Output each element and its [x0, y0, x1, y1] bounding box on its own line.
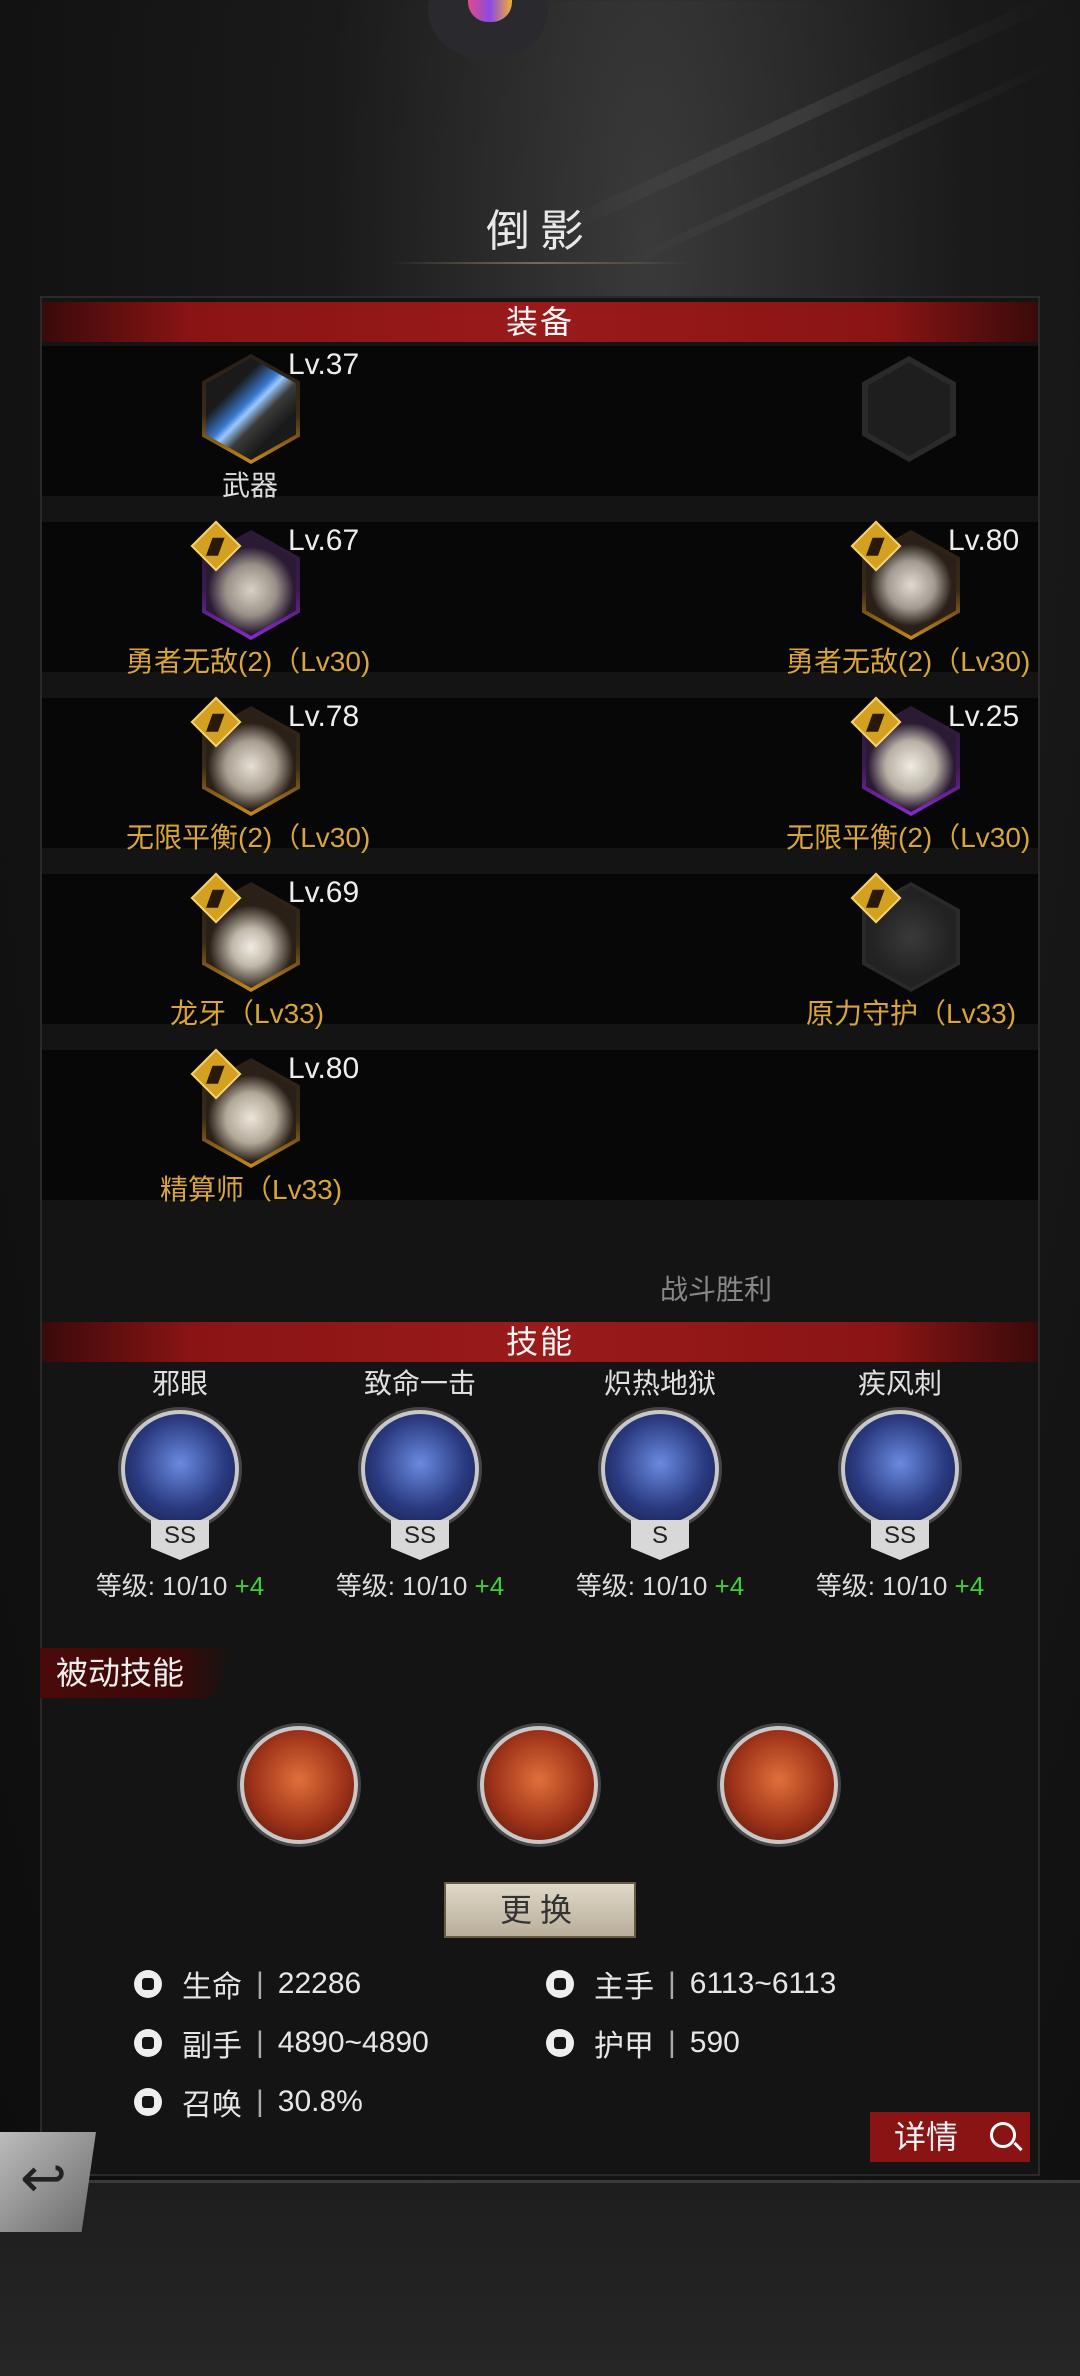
equipment-slot-boots[interactable]: Lv.25 无限平衡(2)（Lv30) [786, 696, 1030, 853]
equipment-row: Lv.69 龙牙（Lv33) 原力守护（Lv33) [42, 872, 1038, 1029]
details-button[interactable]: 详情 [870, 2112, 1030, 2162]
skill-name: 炽热地狱 [603, 1368, 716, 1399]
active-skill[interactable]: 疾风刺 SS 等级: 10/10 +4 [800, 1362, 1000, 1603]
equipment-row: Lv.80 精算师（Lv33) [42, 1048, 1038, 1205]
victory-text: 战斗胜利 [660, 1274, 773, 1305]
active-skill[interactable]: 致命一击 SS 等级: 10/10 +4 [320, 1362, 520, 1603]
skill-name: 致命一击 [363, 1368, 476, 1399]
gale-thrust-icon [841, 1410, 959, 1528]
armor-icon [546, 2029, 574, 2057]
slot-level: Lv.80 [288, 1052, 360, 1085]
skill-level: 等级: 10/10 +4 [335, 1571, 505, 1601]
magnifier-icon [990, 2122, 1016, 2148]
active-skill[interactable]: 炽热地狱 S 等级: 10/10 +4 [560, 1362, 760, 1603]
equipment-slot-weapon[interactable]: Lv.37 武器 [142, 346, 359, 501]
equipment-row: Lv.78 无限平衡(2)（Lv30) Lv.25 无限平衡(2)（Lv30) [42, 696, 1038, 853]
equipment-slot-gloves[interactable]: Lv.78 无限平衡(2)（Lv30) [126, 696, 370, 853]
stat-armor: 护甲 | 590 [546, 2021, 740, 2065]
equipment-slot-chest[interactable]: Lv.80 勇者无敌(2)（Lv30) [786, 520, 1030, 677]
equipment-row: Lv.37 武器 [42, 346, 1038, 501]
critical-strike-icon [361, 1410, 479, 1528]
passive-shield-swirl-icon[interactable] [240, 1726, 358, 1844]
slot-label: 原力守护（Lv33) [806, 998, 1017, 1029]
slot-label: 勇者无敌(2)（Lv30) [126, 646, 371, 677]
slot-label: 无限平衡(2)（Lv30) [786, 822, 1031, 853]
skill-name: 邪眼 [151, 1368, 208, 1399]
skill-grade: S [631, 1520, 689, 1560]
skill-grade: SS [151, 1520, 209, 1560]
slot-label: 勇者无敌(2)（Lv30) [786, 646, 1031, 677]
slot-level: Lv.69 [288, 876, 360, 909]
slot-label: 精算师（Lv33) [160, 1174, 343, 1205]
slot-label: 龙牙（Lv33) [170, 998, 325, 1029]
equipment-slot-pants[interactable]: Lv.80 精算师（Lv33) [142, 1048, 359, 1205]
equipment-slot-necklace[interactable]: Lv.69 龙牙（Lv33) [142, 872, 359, 1029]
skill-grade: SS [871, 1520, 929, 1560]
active-skill[interactable]: 邪眼 SS 等级: 10/10 +4 [80, 1362, 280, 1603]
slot-level: Lv.25 [948, 700, 1020, 733]
slot-level: Lv.67 [288, 524, 360, 557]
details-label: 详情 [894, 2119, 959, 2155]
skill-level: 等级: 10/10 +4 [575, 1571, 745, 1601]
equipment-slot-shield[interactable] [802, 346, 1002, 496]
skill-name: 疾风刺 [857, 1368, 942, 1399]
inferno-icon [601, 1410, 719, 1528]
skills-header: 技能 [42, 1322, 1038, 1362]
evil-eye-icon [121, 1410, 239, 1528]
slot-level: Lv.80 [948, 524, 1020, 557]
summon-icon [134, 2088, 162, 2116]
off-hand-icon [134, 2029, 162, 2057]
slot-level: Lv.78 [288, 700, 360, 733]
skill-grade: SS [391, 1520, 449, 1560]
skill-level: 等级: 10/10 +4 [95, 1571, 265, 1601]
main-hand-icon [546, 1970, 574, 1998]
slot-label: 武器 [222, 470, 279, 501]
heart-icon [134, 1970, 162, 1998]
passive-elements-icon[interactable] [480, 1726, 598, 1844]
skill-level: 等级: 10/10 +4 [815, 1571, 985, 1601]
equipment-slot-helmet[interactable]: Lv.67 勇者无敌(2)（Lv30) [126, 520, 370, 677]
slot-level: Lv.37 [288, 348, 360, 381]
equipment-row: Lv.67 勇者无敌(2)（Lv30) Lv.80 勇者无敌(2)（Lv30) [42, 520, 1038, 677]
change-skills-button[interactable]: 更换 [444, 1882, 636, 1938]
passive-sword-icon[interactable] [720, 1726, 838, 1844]
stat-health: 生命 | 22286 [134, 1962, 361, 2006]
bottom-bar [0, 2180, 1080, 2376]
page-title: 倒影 [486, 207, 594, 256]
back-button[interactable] [0, 2132, 96, 2232]
stat-main-hand: 主手 | 6113~6113 [546, 1962, 836, 2006]
equipment-slot-belt[interactable]: 原力守护（Lv33) [802, 872, 1016, 1029]
stat-summon: 召唤 | 30.8% [134, 2080, 363, 2124]
title-divider [390, 262, 690, 264]
passive-skills-header: 被动技能 [40, 1648, 236, 1698]
slot-label: 无限平衡(2)（Lv30) [126, 822, 371, 853]
app-logo [428, 0, 548, 60]
stat-off-hand: 副手 | 4890~4890 [134, 2021, 429, 2065]
equipment-header: 装备 [42, 302, 1038, 342]
